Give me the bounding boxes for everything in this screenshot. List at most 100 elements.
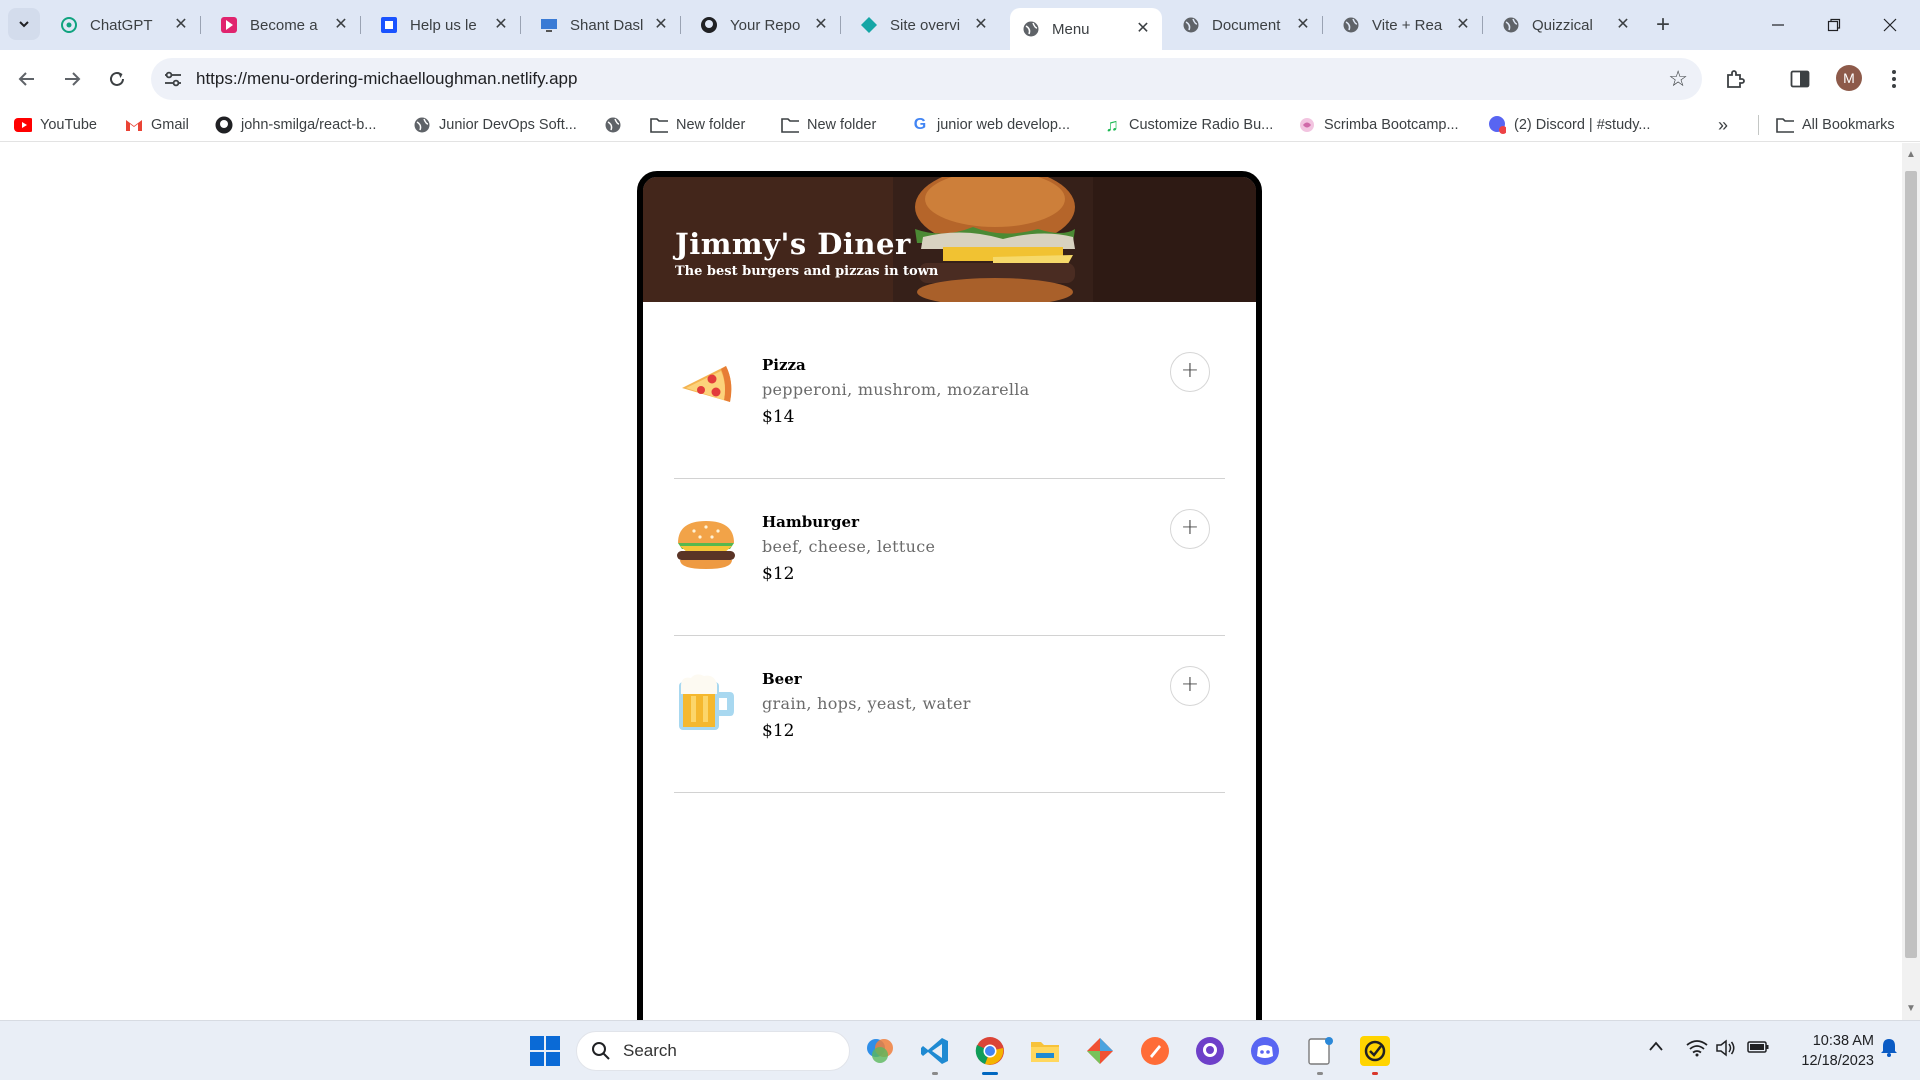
taskbar-sourcetree[interactable]	[1082, 1033, 1118, 1069]
running-indicator	[1372, 1072, 1378, 1075]
scroll-up-icon[interactable]: ▲	[1906, 149, 1916, 160]
taskbar-postman[interactable]	[1137, 1033, 1173, 1069]
taskbar-notepad[interactable]	[1302, 1033, 1338, 1075]
scroll-down-icon[interactable]: ▼	[1906, 1003, 1916, 1014]
bookmarks-divider	[1758, 115, 1759, 135]
bookmark-discord[interactable]: (2) Discord | #study...	[1488, 114, 1650, 136]
tab-menu[interactable]: Menu ✕	[1010, 8, 1162, 50]
taskbar-github-desktop[interactable]	[1192, 1033, 1228, 1069]
scrollbar-thumb[interactable]	[1905, 171, 1917, 958]
tab-netlify[interactable]: Site overvi ✕	[848, 8, 1000, 42]
taskbar-norton[interactable]	[1357, 1033, 1393, 1075]
volume-status[interactable]	[1716, 1039, 1736, 1061]
bookmark-scrimba[interactable]: Scrimba Bootcamp...	[1298, 114, 1459, 136]
git-icon	[1087, 1038, 1113, 1064]
close-icon[interactable]: ✕	[1294, 16, 1312, 34]
close-icon[interactable]: ✕	[1134, 20, 1152, 38]
taskbar-discord[interactable]	[1247, 1033, 1283, 1069]
close-icon[interactable]: ✕	[972, 16, 990, 34]
github-icon	[1196, 1037, 1224, 1065]
folder-icon	[1031, 1042, 1059, 1062]
reload-button[interactable]	[100, 62, 134, 96]
page-scrollbar[interactable]: ▲ ▼	[1902, 143, 1920, 1020]
bookmark-junior-web[interactable]: G junior web develop...	[911, 114, 1070, 136]
chatgpt-icon	[60, 16, 78, 34]
add-item-button[interactable]: +	[1170, 666, 1210, 706]
bookmark-customize-radio[interactable]: ♫ Customize Radio Bu...	[1103, 114, 1273, 136]
close-icon[interactable]: ✕	[492, 16, 510, 34]
arrow-left-icon	[18, 72, 34, 86]
taskbar-file-explorer[interactable]	[1027, 1033, 1063, 1069]
close-window-button[interactable]	[1862, 0, 1918, 50]
tab-title: Document	[1212, 16, 1281, 34]
bookmark-folder-1[interactable]: New folder	[650, 114, 745, 136]
new-tab-button[interactable]: +	[1649, 12, 1677, 40]
tab-quizzical[interactable]: Quizzical ✕	[1490, 8, 1642, 42]
bookmark-star-icon[interactable]: ☆	[1668, 66, 1688, 92]
taskbar-search[interactable]: Search	[576, 1031, 850, 1071]
close-icon[interactable]: ✕	[1454, 16, 1472, 34]
extensions-button[interactable]	[1721, 65, 1749, 93]
globe-icon	[1182, 16, 1200, 34]
clock-time: 10:38 AM	[1812, 1033, 1874, 1049]
close-icon[interactable]: ✕	[812, 16, 830, 34]
menu-item-beer: Beer grain, hops, yeast, water $12 +	[674, 636, 1225, 793]
tab-help[interactable]: Help us le ✕	[368, 8, 521, 42]
address-bar[interactable]: https://menu-ordering-michaelloughman.ne…	[151, 58, 1702, 100]
item-price: $12	[762, 721, 795, 741]
bookmark-gmail[interactable]: Gmail	[125, 114, 189, 136]
all-bookmarks-button[interactable]: All Bookmarks	[1776, 114, 1895, 136]
profile-avatar[interactable]: M	[1836, 65, 1862, 91]
tab-github[interactable]: Your Repo ✕	[688, 8, 841, 42]
bookmark-youtube[interactable]: YouTube	[14, 114, 97, 136]
taskbar-chrome[interactable]	[972, 1033, 1008, 1075]
clock-date: 12/18/2023	[1801, 1053, 1874, 1069]
github-icon	[215, 116, 233, 134]
bookmark-label: All Bookmarks	[1802, 117, 1895, 133]
tab-title: Menu	[1052, 20, 1090, 38]
url-text[interactable]: https://menu-ordering-michaelloughman.ne…	[196, 69, 577, 89]
add-item-button[interactable]: +	[1170, 509, 1210, 549]
search-placeholder: Search	[623, 1041, 677, 1060]
beer-icon	[679, 674, 734, 730]
tab-shant[interactable]: Shant Dasl ✕	[528, 8, 681, 42]
show-hidden-icons-button[interactable]	[1648, 1039, 1664, 1057]
close-icon[interactable]: ✕	[172, 16, 190, 34]
wifi-status[interactable]	[1686, 1039, 1708, 1061]
tab-vite[interactable]: Vite + Rea ✕	[1330, 8, 1483, 42]
tab-become[interactable]: Become a ✕	[208, 8, 361, 42]
notifications-button[interactable]	[1880, 1037, 1898, 1061]
bookmark-label: YouTube	[40, 117, 97, 133]
battery-status[interactable]	[1746, 1039, 1770, 1059]
tab-search-button[interactable]	[8, 8, 40, 40]
close-icon[interactable]: ✕	[332, 16, 350, 34]
taskbar-clock[interactable]: 10:38 AM 12/18/2023	[1774, 1031, 1874, 1071]
bookmark-label: junior web develop...	[937, 117, 1070, 133]
close-icon[interactable]: ✕	[1614, 16, 1632, 34]
menu-button[interactable]	[1880, 65, 1908, 93]
arrow-right-icon	[65, 72, 81, 86]
restore-button[interactable]	[1806, 0, 1862, 50]
more-bookmarks-button[interactable]: »	[1718, 114, 1728, 136]
taskbar-vscode[interactable]	[917, 1033, 953, 1075]
taskbar-copilot[interactable]	[862, 1033, 898, 1069]
tab-title: Quizzical	[1532, 16, 1593, 34]
bookmark-folder-2[interactable]: New folder	[781, 114, 876, 136]
scrimba-icon	[1298, 116, 1316, 134]
bookmark-label: Scrimba Bootcamp...	[1324, 117, 1459, 133]
side-panel-button[interactable]	[1786, 65, 1814, 93]
close-icon[interactable]: ✕	[652, 16, 670, 34]
globe-icon	[1022, 20, 1040, 38]
start-button[interactable]	[527, 1033, 563, 1069]
add-item-button[interactable]: +	[1170, 352, 1210, 392]
tab-chatgpt[interactable]: ChatGPT ✕	[48, 8, 201, 42]
minimize-button[interactable]	[1750, 0, 1806, 50]
bookmark-junior-devops[interactable]: Junior DevOps Soft...	[413, 114, 577, 136]
more-vert-icon	[1892, 70, 1896, 88]
forward-button[interactable]	[55, 62, 89, 96]
back-button[interactable]	[10, 62, 44, 96]
site-info-icon[interactable]	[163, 69, 183, 89]
bookmark-smilga[interactable]: john-smilga/react-b...	[215, 114, 376, 136]
tab-document[interactable]: Document ✕	[1170, 8, 1323, 42]
bookmark-globe[interactable]	[604, 114, 630, 136]
